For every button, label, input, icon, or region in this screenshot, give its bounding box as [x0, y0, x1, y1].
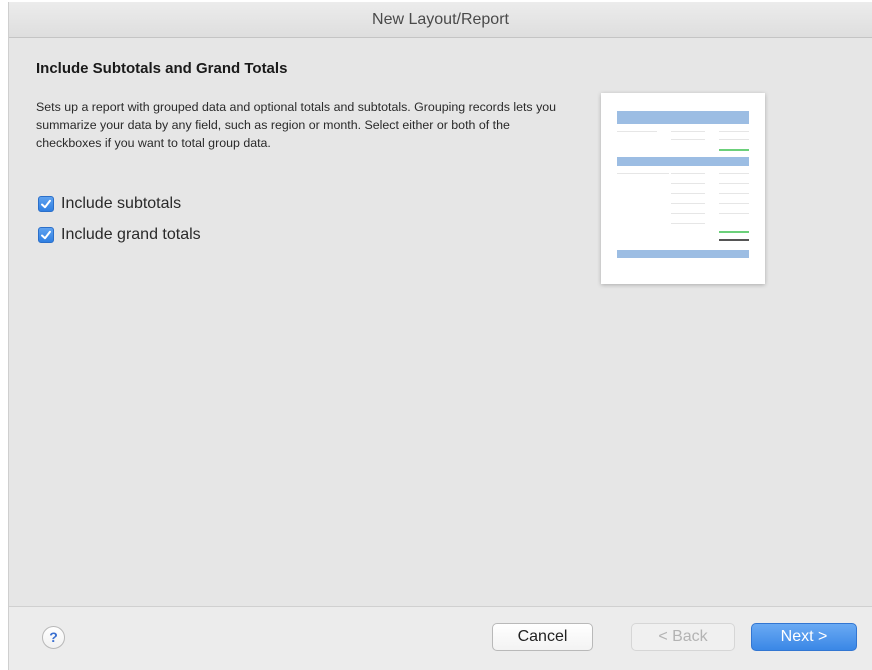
page-heading: Include Subtotals and Grand Totals	[36, 60, 288, 77]
preview-line	[719, 131, 749, 132]
preview-header-bar	[617, 111, 749, 124]
checkmark-icon	[41, 199, 51, 209]
back-button[interactable]: < Back	[631, 623, 735, 651]
cancel-button[interactable]: Cancel	[492, 623, 593, 651]
preview-line	[719, 213, 749, 214]
help-button[interactable]: ?	[42, 626, 65, 649]
preview-line	[617, 173, 669, 174]
include-grand-totals-checkbox[interactable]	[38, 227, 54, 243]
report-preview-image	[601, 93, 765, 284]
preview-line	[671, 203, 705, 204]
preview-footer-bar	[617, 250, 749, 258]
preview-line	[671, 131, 705, 132]
dialog-footer: ? Cancel < Back Next >	[9, 606, 872, 670]
preview-line	[671, 223, 705, 224]
preview-line	[671, 173, 705, 174]
preview-group-bar	[617, 157, 749, 166]
include-grand-totals-label: Include grand totals	[61, 226, 201, 243]
include-grand-totals-option[interactable]: Include grand totals	[38, 226, 201, 244]
preview-line	[617, 131, 657, 132]
include-subtotals-checkbox[interactable]	[38, 196, 54, 212]
window-title: New Layout/Report	[9, 2, 872, 38]
description-text: Sets up a report with grouped data and o…	[36, 100, 557, 150]
preview-line	[719, 203, 749, 204]
checkmark-icon	[41, 230, 51, 240]
preview-subtotal-line	[719, 231, 749, 233]
preview-line	[719, 183, 749, 184]
preview-grand-total-line	[719, 239, 749, 241]
include-subtotals-label: Include subtotals	[61, 195, 182, 212]
next-button[interactable]: Next >	[751, 623, 857, 651]
dialog-window: New Layout/Report Include Subtotals and …	[8, 2, 872, 670]
preview-line	[671, 213, 705, 214]
preview-line	[719, 193, 749, 194]
preview-line	[671, 139, 705, 140]
preview-subtotal-line	[719, 149, 749, 151]
preview-line	[719, 139, 749, 140]
preview-line	[719, 173, 749, 174]
preview-line	[671, 183, 705, 184]
include-subtotals-option[interactable]: Include subtotals	[38, 195, 181, 213]
preview-line	[671, 193, 705, 194]
